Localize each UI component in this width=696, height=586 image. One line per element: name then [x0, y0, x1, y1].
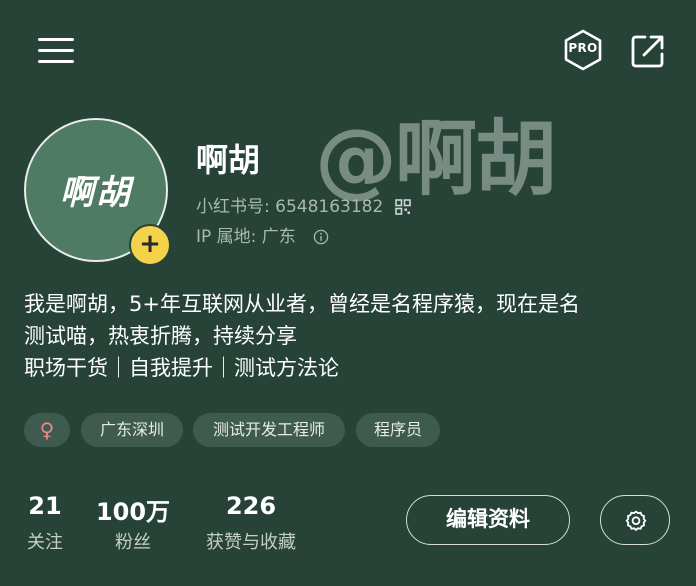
plus-icon: + — [139, 229, 161, 259]
location-tag[interactable]: 广东深圳 — [81, 413, 183, 447]
followers-count[interactable]: 100万 — [90, 492, 176, 527]
profile-name: 啊胡 — [196, 141, 261, 179]
avatar-text: 啊胡 — [60, 173, 132, 213]
following-count[interactable]: 21 — [16, 492, 74, 520]
ip-location-text: IP 属地: 广东 — [196, 227, 296, 247]
settings-button[interactable] — [600, 495, 670, 545]
likes-label[interactable]: 获赞与收藏 — [196, 528, 306, 554]
share-button[interactable] — [630, 33, 666, 69]
menu-button[interactable] — [38, 36, 74, 64]
pro-button[interactable]: PRO — [562, 29, 604, 71]
menu-icon-bar — [38, 49, 74, 52]
settings-icon — [625, 510, 647, 531]
ip-row: IP 属地: 广东 — [196, 222, 329, 247]
gender-tag: ♀ — [24, 413, 70, 447]
job-tag[interactable]: 测试开发工程师 — [193, 413, 345, 447]
role-tag[interactable]: 程序员 — [356, 413, 440, 447]
qr-code-icon[interactable] — [394, 199, 411, 215]
redid-row: 小红书号: 6548163182 — [196, 192, 411, 217]
bio-line: 我是啊胡，5+年互联网从业者，曾经是名程序猿，现在是名 — [24, 292, 580, 316]
pro-label: PRO — [568, 41, 598, 55]
bio-line: 职场干货｜自我提升｜测试方法论 — [24, 356, 339, 380]
add-avatar-button[interactable]: + — [129, 224, 171, 266]
edit-profile-button[interactable]: 编辑资料 — [406, 495, 570, 545]
bio-line: 测试喵，热衷折腾，持续分享 — [24, 324, 297, 348]
likes-count[interactable]: 226 — [196, 492, 306, 520]
redid-text: 小红书号: 6548163182 — [196, 197, 384, 217]
menu-icon-bar — [38, 38, 74, 41]
followers-label[interactable]: 粉丝 — [90, 528, 176, 554]
info-icon[interactable] — [313, 229, 329, 245]
share-icon — [631, 35, 664, 68]
following-label[interactable]: 关注 — [16, 528, 74, 554]
menu-icon-bar — [38, 60, 74, 63]
